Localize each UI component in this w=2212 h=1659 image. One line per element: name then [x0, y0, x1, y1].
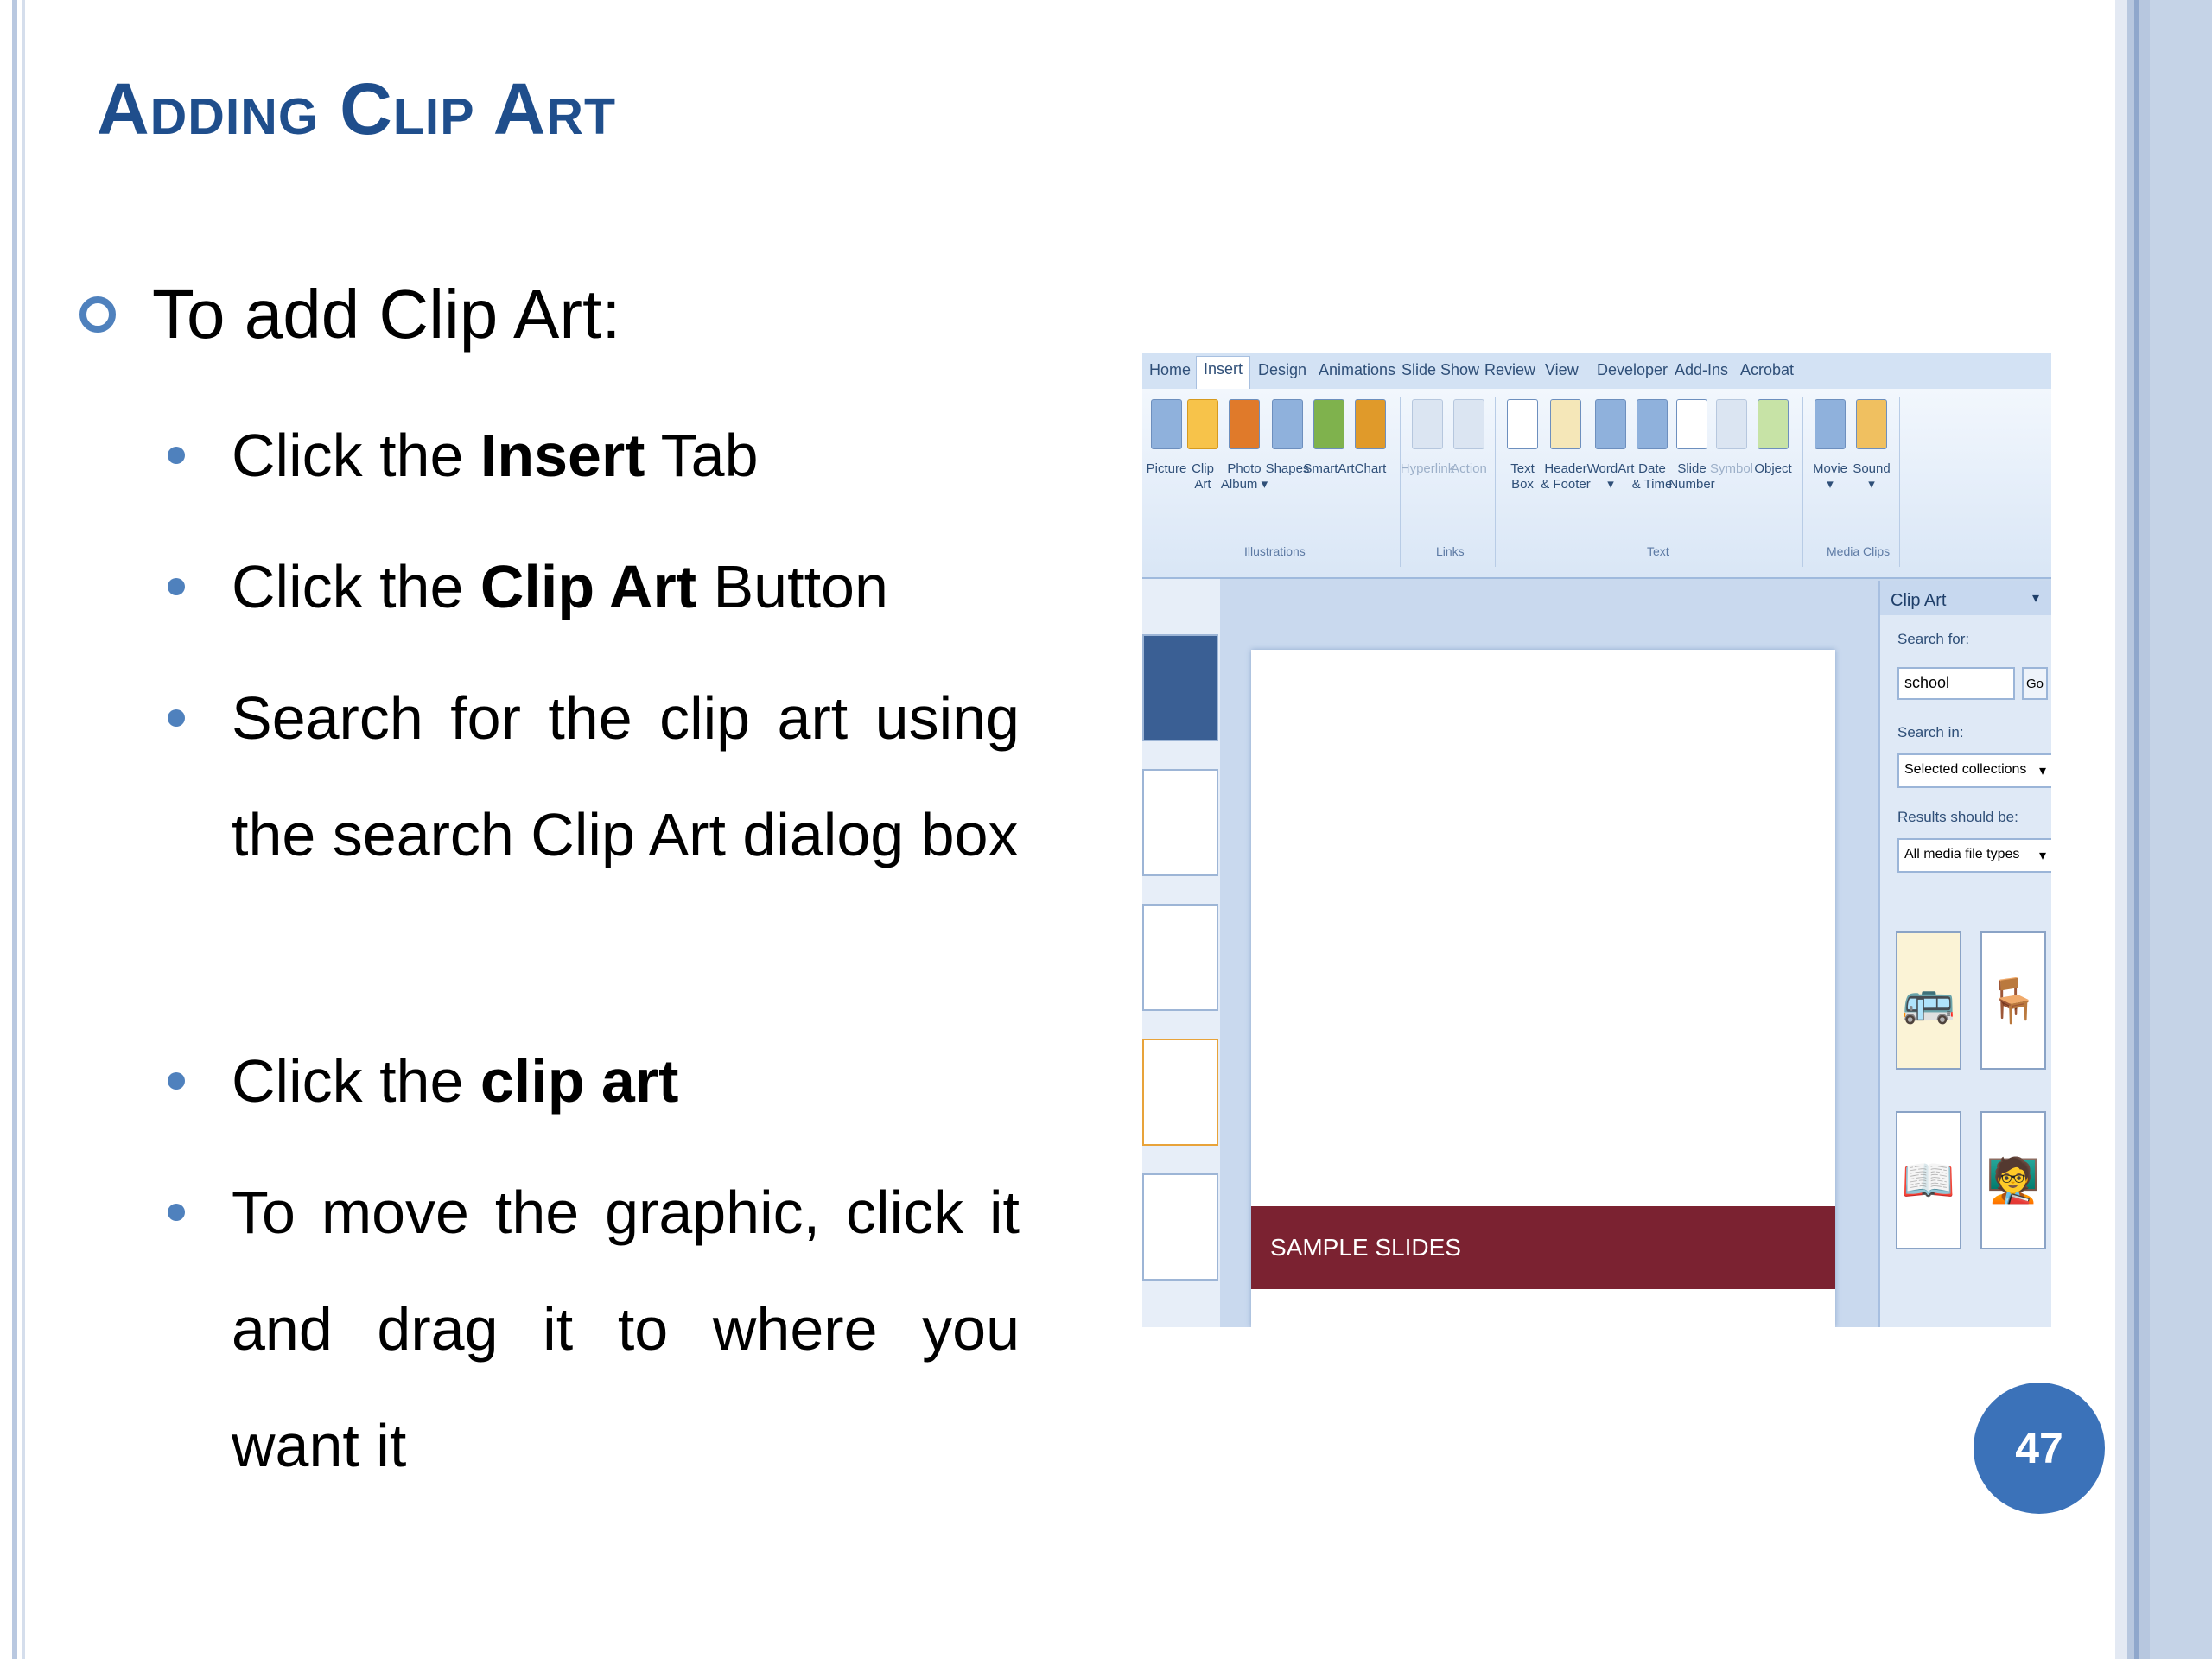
- chart-button[interactable]: Chart: [1351, 399, 1389, 477]
- chevron-down-icon: ▾: [2038, 849, 2046, 863]
- tab-home[interactable]: Home: [1149, 361, 1191, 379]
- go-button[interactable]: Go: [2022, 667, 2048, 700]
- school-bus-icon[interactable]: 🚌: [1896, 931, 1961, 1070]
- main-bullet-text: To add Clip Art:: [152, 276, 621, 353]
- date-time-button[interactable]: Date & Time: [1632, 399, 1672, 493]
- group-media-clips: Media Clips: [1827, 544, 1891, 558]
- picture-icon: [1151, 399, 1182, 449]
- smartart-icon: [1313, 399, 1344, 449]
- slide-thumbnail[interactable]: [1142, 634, 1218, 741]
- main-bullet: To add Clip Art:: [79, 275, 621, 354]
- slide-thumbnail[interactable]: [1142, 1173, 1218, 1281]
- tab-add-ins[interactable]: Add-Ins: [1675, 361, 1728, 379]
- tab-animations[interactable]: Animations: [1319, 361, 1395, 379]
- sound-icon: [1856, 399, 1887, 449]
- bullet-dot-icon: [168, 709, 185, 727]
- search-for-label: Search for:: [1897, 631, 1970, 647]
- group-links: Links: [1436, 544, 1465, 558]
- clip-art-button[interactable]: Clip Art: [1184, 399, 1222, 493]
- tab-developer[interactable]: Developer: [1597, 361, 1668, 379]
- clip-art-pane: Clip Art ▾ Search for: school Go Search …: [1878, 581, 2051, 1327]
- search-in-label: Search in:: [1897, 724, 1964, 741]
- slide-border-left-inner: [22, 0, 25, 1659]
- slide-border-left: [12, 0, 17, 1659]
- shapes-icon: [1272, 399, 1303, 449]
- clip-art-pane-title: Clip Art: [1880, 581, 2051, 615]
- text-box-icon: [1507, 399, 1538, 449]
- step-click-clip-art: Click the clip art: [168, 1023, 1020, 1140]
- ribbon-insert: Picture Clip Art Photo Album ▾ Shapes Sm…: [1142, 389, 2051, 579]
- wordart-button[interactable]: WordArt ▾: [1587, 399, 1634, 493]
- slide: Adding Clip Art To add Clip Art: Click t…: [0, 0, 2212, 1659]
- desk-icon[interactable]: 🪑: [1980, 931, 2046, 1070]
- symbol-button[interactable]: Symbol: [1710, 399, 1753, 477]
- ring-bullet-icon: [79, 296, 116, 333]
- results-select[interactable]: All media file types ▾: [1897, 838, 2051, 873]
- tab-insert[interactable]: Insert: [1196, 356, 1251, 390]
- slide-border-right: [2115, 0, 2212, 1659]
- action-button[interactable]: Action: [1450, 399, 1488, 477]
- slide-title: Adding Clip Art: [97, 68, 617, 149]
- tab-slide-show[interactable]: Slide Show: [1402, 361, 1479, 379]
- results-label: Results should be:: [1897, 809, 2018, 825]
- tab-review[interactable]: Review: [1484, 361, 1535, 379]
- slide-thumbnail[interactable]: [1142, 1039, 1218, 1146]
- reading-icon[interactable]: 📖: [1896, 1111, 1961, 1249]
- slide-thumbnail[interactable]: [1142, 769, 1218, 876]
- search-input[interactable]: school: [1897, 667, 2015, 700]
- slide-number-button[interactable]: Slide Number: [1669, 399, 1715, 493]
- powerpoint-screenshot: Home Insert Design Animations Slide Show…: [1142, 353, 2051, 1327]
- slide-thumbnails: [1142, 579, 1220, 1327]
- teacher-icon[interactable]: 🧑‍🏫: [1980, 1111, 2046, 1249]
- ribbon-tabs: Home Insert Design Animations Slide Show…: [1142, 353, 2051, 390]
- chart-icon: [1355, 399, 1386, 449]
- step-search: Search for the clip art using the search…: [168, 660, 1020, 893]
- bullet-dot-icon: [168, 1072, 185, 1090]
- movie-button[interactable]: Movie ▾: [1811, 399, 1849, 493]
- step-move-graphic: To move the graphic, click it and drag i…: [168, 1154, 1020, 1504]
- slide-thumbnail[interactable]: [1142, 904, 1218, 1011]
- tab-view[interactable]: View: [1545, 361, 1579, 379]
- picture-button[interactable]: Picture: [1147, 399, 1186, 477]
- object-icon: [1758, 399, 1789, 449]
- header-footer-icon: [1550, 399, 1581, 449]
- step-insert-tab: Click the Insert Tab: [168, 397, 1020, 514]
- page-number-badge: 47: [1974, 1382, 2105, 1514]
- step-clip-art-button: Click the Clip Art Button: [168, 529, 1020, 645]
- search-in-select[interactable]: Selected collections ▾: [1897, 753, 2051, 788]
- slide-number-icon: [1676, 399, 1707, 449]
- bullet-dot-icon: [168, 1204, 185, 1221]
- shapes-button[interactable]: Shapes: [1266, 399, 1309, 477]
- symbol-icon: [1716, 399, 1747, 449]
- bullet-dot-icon: [168, 447, 185, 464]
- bullet-dot-icon: [168, 578, 185, 595]
- hyperlink-button[interactable]: Hyperlink: [1401, 399, 1454, 477]
- text-box-button[interactable]: Text Box: [1503, 399, 1541, 493]
- chevron-down-icon: ▾: [2038, 764, 2046, 779]
- slide-canvas[interactable]: SAMPLE SLIDES: [1251, 650, 1835, 1327]
- pane-menu-icon[interactable]: ▾: [2032, 589, 2039, 607]
- photo-album-icon: [1229, 399, 1260, 449]
- wordart-icon: [1595, 399, 1626, 449]
- tab-design[interactable]: Design: [1258, 361, 1306, 379]
- header-footer-button[interactable]: Header & Footer: [1541, 399, 1591, 493]
- object-button[interactable]: Object: [1754, 399, 1792, 477]
- hyperlink-icon: [1412, 399, 1443, 449]
- sound-button[interactable]: Sound ▾: [1853, 399, 1891, 493]
- date-time-icon: [1637, 399, 1668, 449]
- smartart-button[interactable]: SmartArt: [1303, 399, 1355, 477]
- clip-art-icon: [1187, 399, 1218, 449]
- action-icon: [1453, 399, 1484, 449]
- group-text: Text: [1647, 544, 1669, 558]
- group-illustrations: Illustrations: [1244, 544, 1306, 558]
- photo-album-button[interactable]: Photo Album ▾: [1221, 399, 1268, 493]
- movie-icon: [1815, 399, 1846, 449]
- tab-acrobat[interactable]: Acrobat: [1740, 361, 1794, 379]
- slide-footer-bar: SAMPLE SLIDES: [1251, 1206, 1835, 1289]
